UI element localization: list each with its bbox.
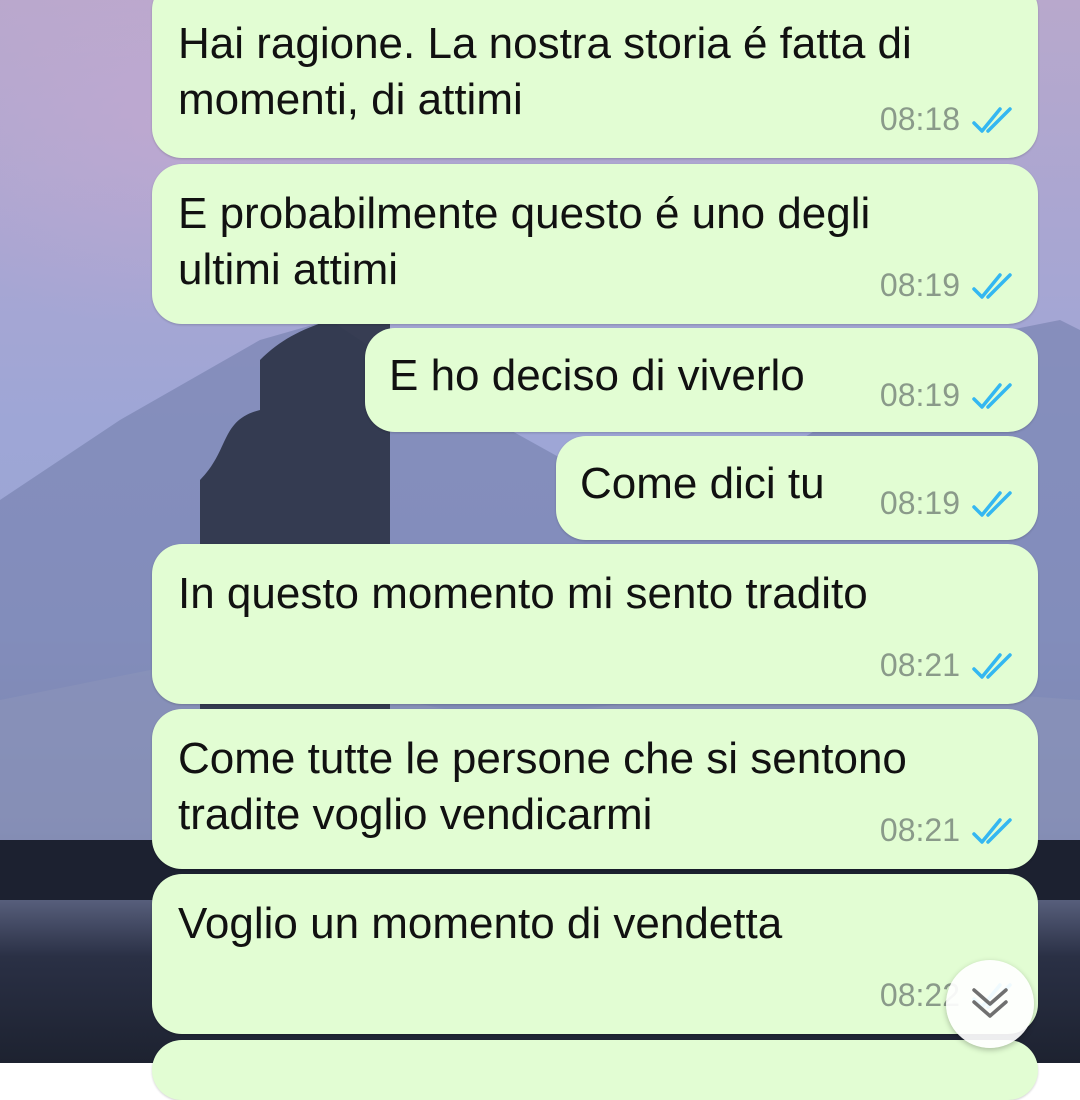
message-bubble-partial[interactable] (152, 1040, 1038, 1100)
message-time: 08:19 (879, 485, 960, 521)
message-bubble[interactable]: Hai ragione. La nostra storia é fatta di… (152, 0, 1038, 158)
scroll-to-bottom-button[interactable] (946, 960, 1034, 1048)
message-meta: 08:19 (880, 377, 1018, 414)
message-text: In questo momento mi sento tradito (178, 569, 868, 618)
message-text: E ho deciso di viverlo (389, 351, 805, 400)
message-meta: 08:18 (880, 101, 1018, 138)
message-text: Voglio un momento di vendetta (178, 899, 783, 948)
message-time: 08:21 (879, 812, 960, 848)
message-meta: 08:21 (880, 647, 1018, 684)
message-time: 08:18 (879, 101, 960, 137)
message-time: 08:19 (879, 267, 960, 303)
message-bubble[interactable]: E ho deciso di viverlo 08:19 (365, 328, 1038, 432)
message-text: E probabilmente questo é uno degli ultim… (178, 189, 871, 294)
message-meta: 08:19 (880, 485, 1018, 522)
message-bubble[interactable]: In questo momento mi sento tradito 08:21 (152, 544, 1038, 704)
message-text: Come tutte le persone che si sentono tra… (178, 734, 907, 839)
message-time: 08:21 (879, 647, 960, 683)
message-bubble[interactable]: E probabilmente questo é uno degli ultim… (152, 164, 1038, 324)
message-meta: 08:19 (880, 267, 1018, 304)
message-list[interactable]: Hai ragione. La nostra storia é fatta di… (0, 0, 1080, 1100)
message-text: Come dici tu (580, 459, 825, 508)
message-meta: 08:21 (880, 812, 1018, 849)
chevron-down-double-icon (972, 988, 1008, 1018)
double-check-read-icon (972, 817, 1012, 844)
message-time: 08:19 (879, 377, 960, 413)
double-check-read-icon (972, 490, 1012, 517)
message-bubble[interactable]: Come dici tu 08:19 (556, 436, 1038, 540)
message-bubble[interactable]: Come tutte le persone che si sentono tra… (152, 709, 1038, 869)
message-text: Hai ragione. La nostra storia é fatta di… (178, 19, 912, 124)
message-bubble[interactable]: Voglio un momento di vendetta 08:22 (152, 874, 1038, 1034)
double-check-read-icon (972, 272, 1012, 299)
double-check-read-icon (972, 106, 1012, 133)
double-check-read-icon (972, 382, 1012, 409)
double-check-read-icon (972, 652, 1012, 679)
